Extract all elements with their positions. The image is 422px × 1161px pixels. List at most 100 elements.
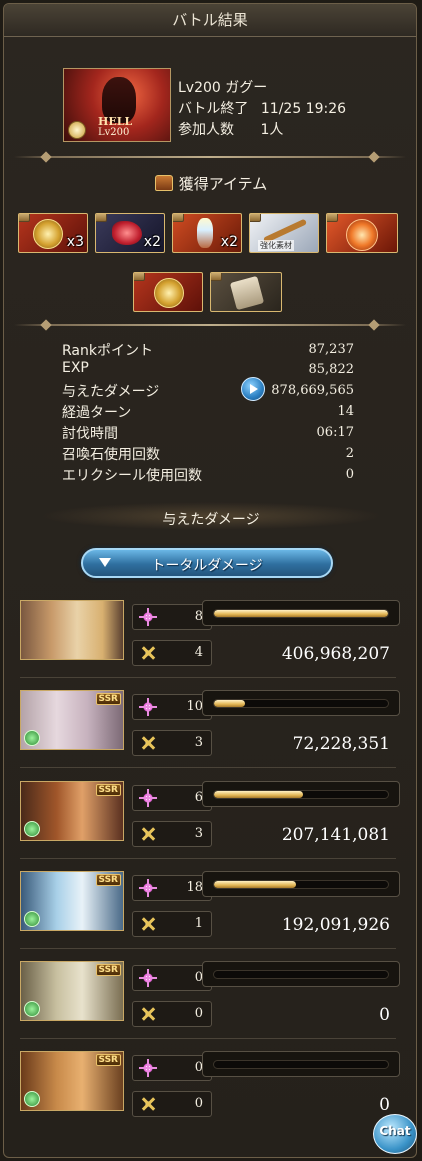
ougi-count-box: 0	[132, 1001, 212, 1027]
ougi-count: 0	[194, 1006, 203, 1021]
party-member: SSR 18 1 192,091,926	[20, 871, 402, 947]
wind-element-icon	[24, 821, 40, 837]
treasure-chest-icon	[154, 175, 173, 191]
wind-element-icon	[24, 730, 40, 746]
stat-label-elixir: エリクシール使用回数	[62, 468, 202, 484]
ability-count: 10	[186, 699, 203, 714]
damage-bar	[202, 961, 400, 987]
drop-mark-icon	[327, 214, 338, 222]
participants-value: 1人	[260, 122, 284, 138]
crystal-shard-icon	[197, 218, 213, 248]
total-damage-label: トータルダメージ	[151, 558, 263, 574]
item-card[interactable]	[210, 272, 282, 312]
ougi-icon	[139, 734, 157, 752]
party-member: SSR 0 0 0	[20, 1051, 402, 1127]
member-portrait[interactable]: SSR	[20, 961, 124, 1021]
item-card[interactable]	[133, 272, 203, 312]
stat-label-time: 討伐時間	[62, 426, 118, 442]
member-portrait[interactable]: SSR	[20, 871, 124, 931]
member-portrait[interactable]: SSR	[20, 690, 124, 750]
member-portrait[interactable]: SSR	[20, 1051, 124, 1111]
gold-medal-icon	[154, 278, 184, 308]
stat-value-damage: 878,669,565	[271, 383, 354, 398]
damage-header: 与えたダメージ	[162, 512, 260, 528]
stat-label-damage: 与えたダメージ	[62, 384, 160, 400]
ougi-icon	[139, 915, 157, 933]
material-tag: 強化素材	[258, 240, 294, 251]
ssr-badge: SSR	[95, 964, 121, 976]
ougi-count: 1	[194, 916, 203, 931]
member-portrait[interactable]	[20, 600, 124, 660]
item-qty: x3	[66, 234, 84, 250]
member-damage: 72,228,351	[292, 734, 390, 754]
party-member: SSR 6 3 207,141,081	[20, 781, 402, 857]
coin-icon	[68, 121, 86, 139]
member-portrait[interactable]: SSR	[20, 781, 124, 841]
damage-bar	[202, 690, 400, 716]
ougi-icon	[139, 644, 157, 662]
damage-bar-fill	[214, 881, 297, 888]
wind-element-icon	[24, 911, 40, 927]
row-divider	[20, 677, 396, 678]
ougi-count: 3	[194, 735, 203, 750]
stat-label-exp: EXP	[62, 360, 89, 376]
row-divider	[20, 767, 396, 768]
party-member: SSR 10 3 72,228,351	[20, 690, 402, 766]
ssr-badge: SSR	[95, 784, 121, 796]
stat-value-rank: 87,237	[308, 342, 355, 357]
red-beast-claw-icon	[112, 221, 142, 245]
drop-mark-icon	[19, 214, 30, 222]
ability-count-box: 10	[132, 694, 212, 720]
participants-label: 参加人数	[178, 122, 234, 138]
member-damage: 0	[379, 1005, 390, 1025]
row-divider	[20, 858, 396, 859]
stat-value-turns: 14	[337, 404, 354, 419]
divider	[14, 156, 406, 158]
enemy-thumbnail: HELL Lv200	[63, 68, 171, 142]
drop-mark-icon	[173, 214, 184, 222]
item-qty: x2	[220, 234, 238, 250]
damage-bar-fill	[214, 610, 388, 617]
row-divider	[20, 948, 396, 949]
ssr-badge: SSR	[95, 1054, 121, 1066]
participants-row: 参加人数 1人	[178, 119, 283, 139]
drop-mark-icon	[134, 273, 145, 281]
chat-button[interactable]: Chat	[373, 1114, 417, 1154]
items-header-label: 獲得アイテム	[178, 175, 268, 193]
ability-icon	[139, 1059, 157, 1077]
item-card[interactable]	[326, 213, 398, 253]
chat-label: Chat	[379, 1124, 411, 1138]
stat-value-summon: 2	[345, 446, 354, 461]
ougi-count-box: 3	[132, 821, 212, 847]
damage-bar-fill	[214, 791, 303, 798]
ability-count-box: 0	[132, 965, 212, 991]
ability-count-box: 8	[132, 604, 212, 630]
battle-end-time: 11/25 19:26	[260, 101, 347, 117]
party-member: SSR 0 0 0	[20, 961, 402, 1037]
item-card[interactable]: x2	[172, 213, 242, 253]
ougi-icon	[139, 825, 157, 843]
battle-end-label: バトル終了	[178, 101, 249, 117]
play-icon[interactable]	[241, 377, 265, 401]
ougi-count: 4	[194, 645, 203, 660]
member-damage: 192,091,926	[281, 915, 390, 935]
total-damage-button[interactable]: トータルダメージ	[81, 548, 333, 578]
damage-bar	[202, 781, 400, 807]
item-card[interactable]: x3	[18, 213, 88, 253]
drop-mark-icon	[211, 273, 222, 281]
ougi-count-box: 3	[132, 730, 212, 756]
fire-orb-icon	[346, 219, 378, 251]
ability-icon	[139, 789, 157, 807]
drop-mark-icon	[250, 214, 261, 222]
item-card[interactable]: 強化素材	[249, 213, 319, 253]
damage-bar	[202, 600, 400, 626]
item-card[interactable]: x2	[95, 213, 165, 253]
row-divider	[20, 1038, 396, 1039]
item-qty: x2	[143, 234, 161, 250]
ougi-count: 3	[194, 826, 203, 841]
member-damage: 207,141,081	[281, 825, 390, 845]
ability-count-box: 18	[132, 875, 212, 901]
ougi-icon	[139, 1005, 157, 1023]
wind-element-icon	[24, 1091, 40, 1107]
stat-label-turns: 経過ターン	[62, 405, 132, 421]
